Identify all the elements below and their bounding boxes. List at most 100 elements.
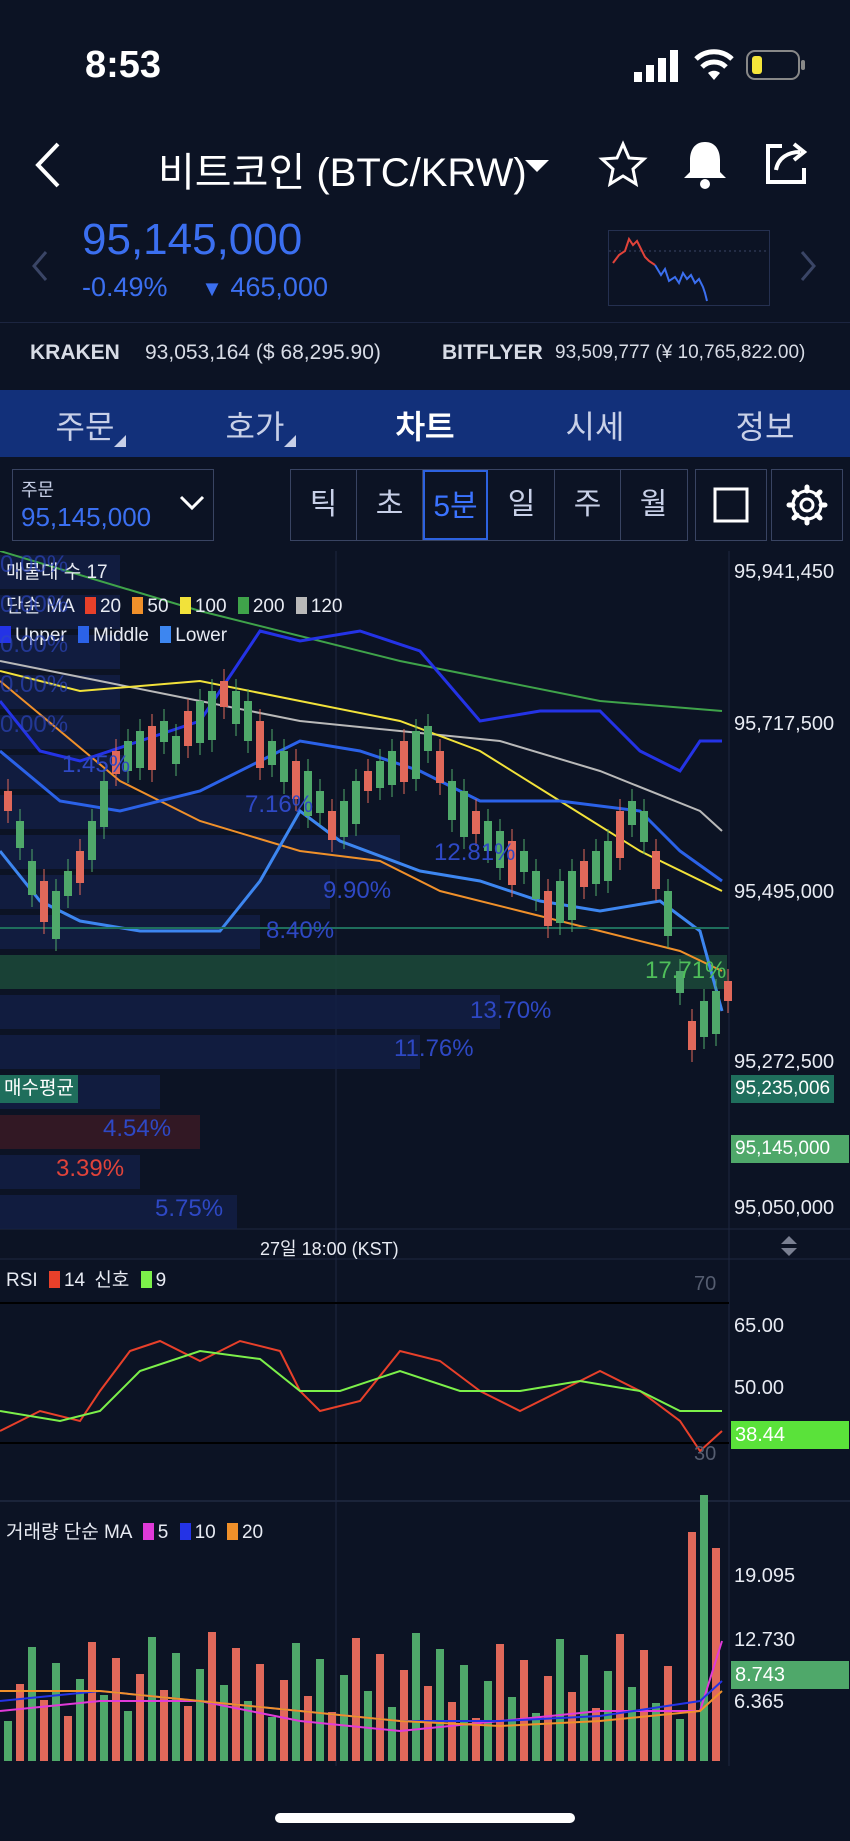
ma200-label: 200 [252,596,285,617]
order-box-label: 주문 [21,480,55,500]
middle-label: Middle [93,625,150,646]
share-icon[interactable] [762,138,812,188]
volume-current-tag: 8.743 [731,1661,849,1689]
candle-body [208,691,216,740]
prev-coin-icon[interactable] [30,248,50,284]
y-tick: 95,941,450 [734,561,835,583]
volume-bar [676,1719,684,1761]
candle-body [184,711,192,746]
price-change: -0.49% ▼ 465,000 [82,272,328,303]
change-percent: -0.49% [82,272,168,302]
lower-swatch [160,626,172,643]
candle-body [628,801,636,825]
y-tick: 95,050,000 [734,1197,835,1219]
volume-bar [412,1633,420,1761]
volume-bar [316,1659,324,1761]
volume-tick: 6.365 [734,1691,785,1713]
volume-bar [328,1712,336,1761]
candle-body [52,891,60,939]
ma100-swatch [179,597,191,614]
candle-body [700,1001,708,1037]
mini-chart[interactable] [608,230,770,306]
volume-bar [364,1691,372,1761]
exchange-name-kraken: KRAKEN [30,341,120,364]
page-title[interactable]: 비트코인 (BTC/KRW) [158,140,527,198]
exchange-prices: KRAKEN 93,053,164 ($ 68,295.90) BITFLYER… [0,322,850,383]
candle-body [472,811,480,834]
bell-icon[interactable] [680,138,730,190]
interval-tick[interactable]: 틱 [291,470,357,540]
candle-body [340,801,348,837]
chart-area[interactable]: 매물대 수 17 단순 MA 20 50 100 200 120 Upper M… [0,551,850,1766]
volume-bar [16,1684,24,1761]
vol-ma20-line [0,1690,723,1728]
interval-month[interactable]: 월 [621,470,686,540]
tab-chart[interactable]: 차트 [340,402,510,448]
rsi-tick: 50.00 [734,1377,785,1399]
volume-bar [208,1632,216,1761]
profile-pct: 1.45% [62,751,131,778]
ma20-label: 20 [99,596,122,617]
candle-body [412,731,420,779]
candle-body [376,761,384,788]
fullscreen-button[interactable] [695,469,767,541]
home-indicator[interactable] [275,1813,575,1823]
order-price-select[interactable]: 주문 95,145,000 [12,469,214,541]
volume-tick: 12.730 [734,1629,796,1651]
volume-bar [508,1697,516,1761]
header-bar: 비트코인 (BTC/KRW) [0,130,850,200]
tab-orderbook[interactable]: 호가 [170,402,340,448]
volume-bar [340,1675,348,1761]
chart-canvas[interactable] [0,551,850,1766]
volume-bar [220,1685,228,1761]
candle-body [448,781,456,820]
star-icon[interactable] [598,140,648,190]
interval-second[interactable]: 초 [357,470,423,540]
ma120-label: 120 [310,596,343,617]
candle-body [232,691,240,724]
candle-body [544,891,552,926]
vol-ma5-label: 5 [157,1522,169,1543]
down-arrow-icon: ▼ [201,276,223,301]
volume-bar [40,1700,48,1761]
candle-body [688,1021,696,1050]
candle-body [592,851,600,884]
volume-bar [496,1644,504,1761]
volume-bar [196,1669,204,1761]
volume-bar [184,1706,192,1761]
exchange-value-bitflyer: 93,509,777 (¥ 10,765,822.00) [555,342,806,363]
volume-bar [568,1692,576,1761]
profile-pct: 17.71% [645,957,727,984]
profile-pct: 0.00% [0,551,69,578]
chart-controls: 주문 95,145,000 틱 초 5분 일 주 월 [0,457,850,550]
interval-week[interactable]: 주 [555,470,621,540]
rsi-current-tag: 38.44 [731,1421,849,1449]
tab-order[interactable]: 주문 [0,402,170,448]
settings-button[interactable] [771,469,843,541]
volume-bar [580,1655,588,1761]
back-icon[interactable] [30,140,66,190]
profile-pct: 7.16% [245,791,314,818]
candle-body [328,811,336,840]
candle-body [280,751,288,782]
volume-bar [628,1687,636,1761]
candle-body [604,841,612,881]
volume-bar [436,1649,444,1761]
next-coin-icon[interactable] [798,248,818,284]
gear-icon [786,484,828,526]
interval-day[interactable]: 일 [489,470,555,540]
volume-profile-band [0,995,500,1029]
tab-info[interactable]: 정보 [680,402,850,448]
volume-bar [640,1650,648,1761]
volume-bar [352,1638,360,1761]
volume-bar [400,1670,408,1761]
tab-orderbook-corner-icon [284,434,296,447]
volume-bar [688,1532,696,1761]
volume-bar [172,1653,180,1761]
tab-market[interactable]: 시세 [510,402,680,448]
candle-body [172,736,180,764]
resize-handle-icon[interactable] [780,1235,798,1257]
interval-5min[interactable]: 5분 [423,470,488,540]
candle-body [28,861,36,895]
chevron-down-icon[interactable] [525,158,549,174]
